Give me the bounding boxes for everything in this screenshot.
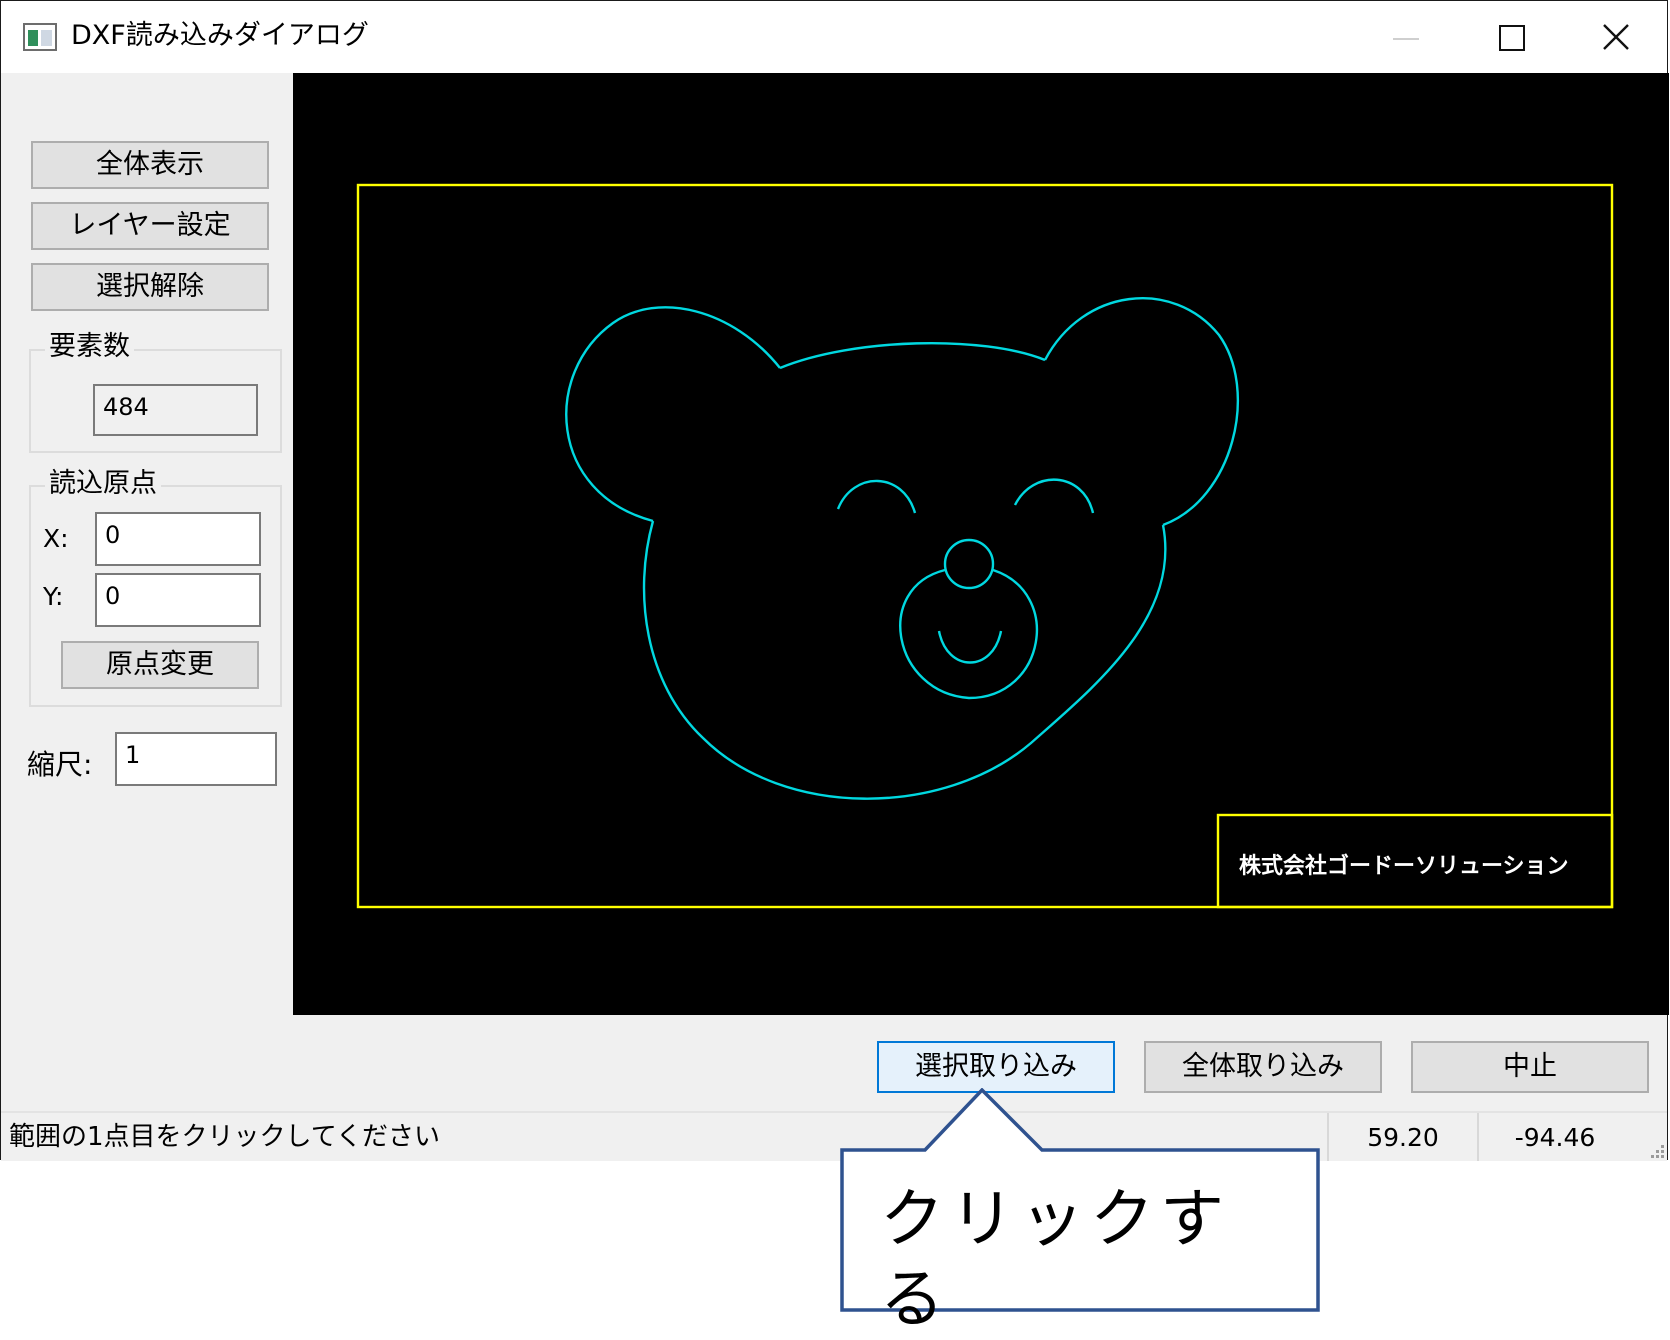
head-outline <box>642 520 1167 800</box>
status-x-coordinate: 59.20 <box>1327 1113 1477 1161</box>
status-message: 範囲の1点目をクリックしてください <box>9 1122 440 1152</box>
cancel-button[interactable]: 中止 <box>1411 1041 1649 1093</box>
change-origin-button[interactable]: 原点変更 <box>61 641 259 689</box>
title-bar: DXF読み込みダイアログ <box>1 1 1667 73</box>
status-bar: 範囲の1点目をクリックしてください 59.20 -94.46 <box>1 1111 1667 1161</box>
window-app-icon <box>23 23 57 51</box>
callout-text: クリックする <box>880 1183 1230 1337</box>
dxf-import-dialog: DXF読み込みダイアログ 全体表示 レイヤー設定 選択解除 要素数 484 読込… <box>0 0 1669 1161</box>
right-ear <box>1043 297 1240 527</box>
right-eye <box>1013 478 1095 514</box>
scale-input[interactable]: 1 <box>115 732 277 786</box>
left-ear <box>565 306 781 523</box>
title-block-text: 株式会社ゴードーソリューション <box>1239 853 1569 879</box>
resize-grip-icon[interactable] <box>1647 1141 1665 1159</box>
clear-selection-button[interactable]: 選択解除 <box>31 263 269 311</box>
origin-x-input[interactable]: 0 <box>95 512 261 566</box>
maximize-button[interactable] <box>1461 1 1561 73</box>
status-y-coordinate: -94.46 <box>1477 1113 1631 1161</box>
fit-all-button[interactable]: 全体表示 <box>31 141 269 189</box>
origin-y-label: Y: <box>43 582 64 611</box>
origin-y-input[interactable]: 0 <box>95 573 261 627</box>
mouth <box>937 630 1003 664</box>
minimize-icon <box>1393 38 1419 40</box>
close-button[interactable] <box>1566 1 1666 73</box>
dxf-drawing: 株式会社ゴードーソリューション <box>356 183 1614 909</box>
bear-drawing <box>565 297 1240 800</box>
window-title: DXF読み込みダイアログ <box>71 20 369 51</box>
minimize-button[interactable] <box>1351 1 1451 73</box>
head-top <box>779 342 1046 370</box>
maximize-icon <box>1499 25 1525 51</box>
origin-x-label: X: <box>43 524 69 553</box>
element-count-legend: 要素数 <box>45 331 134 363</box>
dxf-preview-canvas[interactable]: 株式会社ゴードーソリューション <box>293 73 1669 1015</box>
close-icon <box>1603 24 1629 50</box>
left-eye <box>836 479 917 514</box>
origin-legend: 読込原点 <box>45 468 161 500</box>
scale-label: 縮尺: <box>27 748 93 781</box>
import-all-button[interactable]: 全体取り込み <box>1144 1041 1382 1093</box>
layer-settings-button[interactable]: レイヤー設定 <box>31 202 269 250</box>
muzzle <box>899 568 1039 700</box>
element-count-field: 484 <box>93 384 258 436</box>
import-selection-button[interactable]: 選択取り込み <box>877 1041 1115 1093</box>
nose <box>943 538 995 590</box>
